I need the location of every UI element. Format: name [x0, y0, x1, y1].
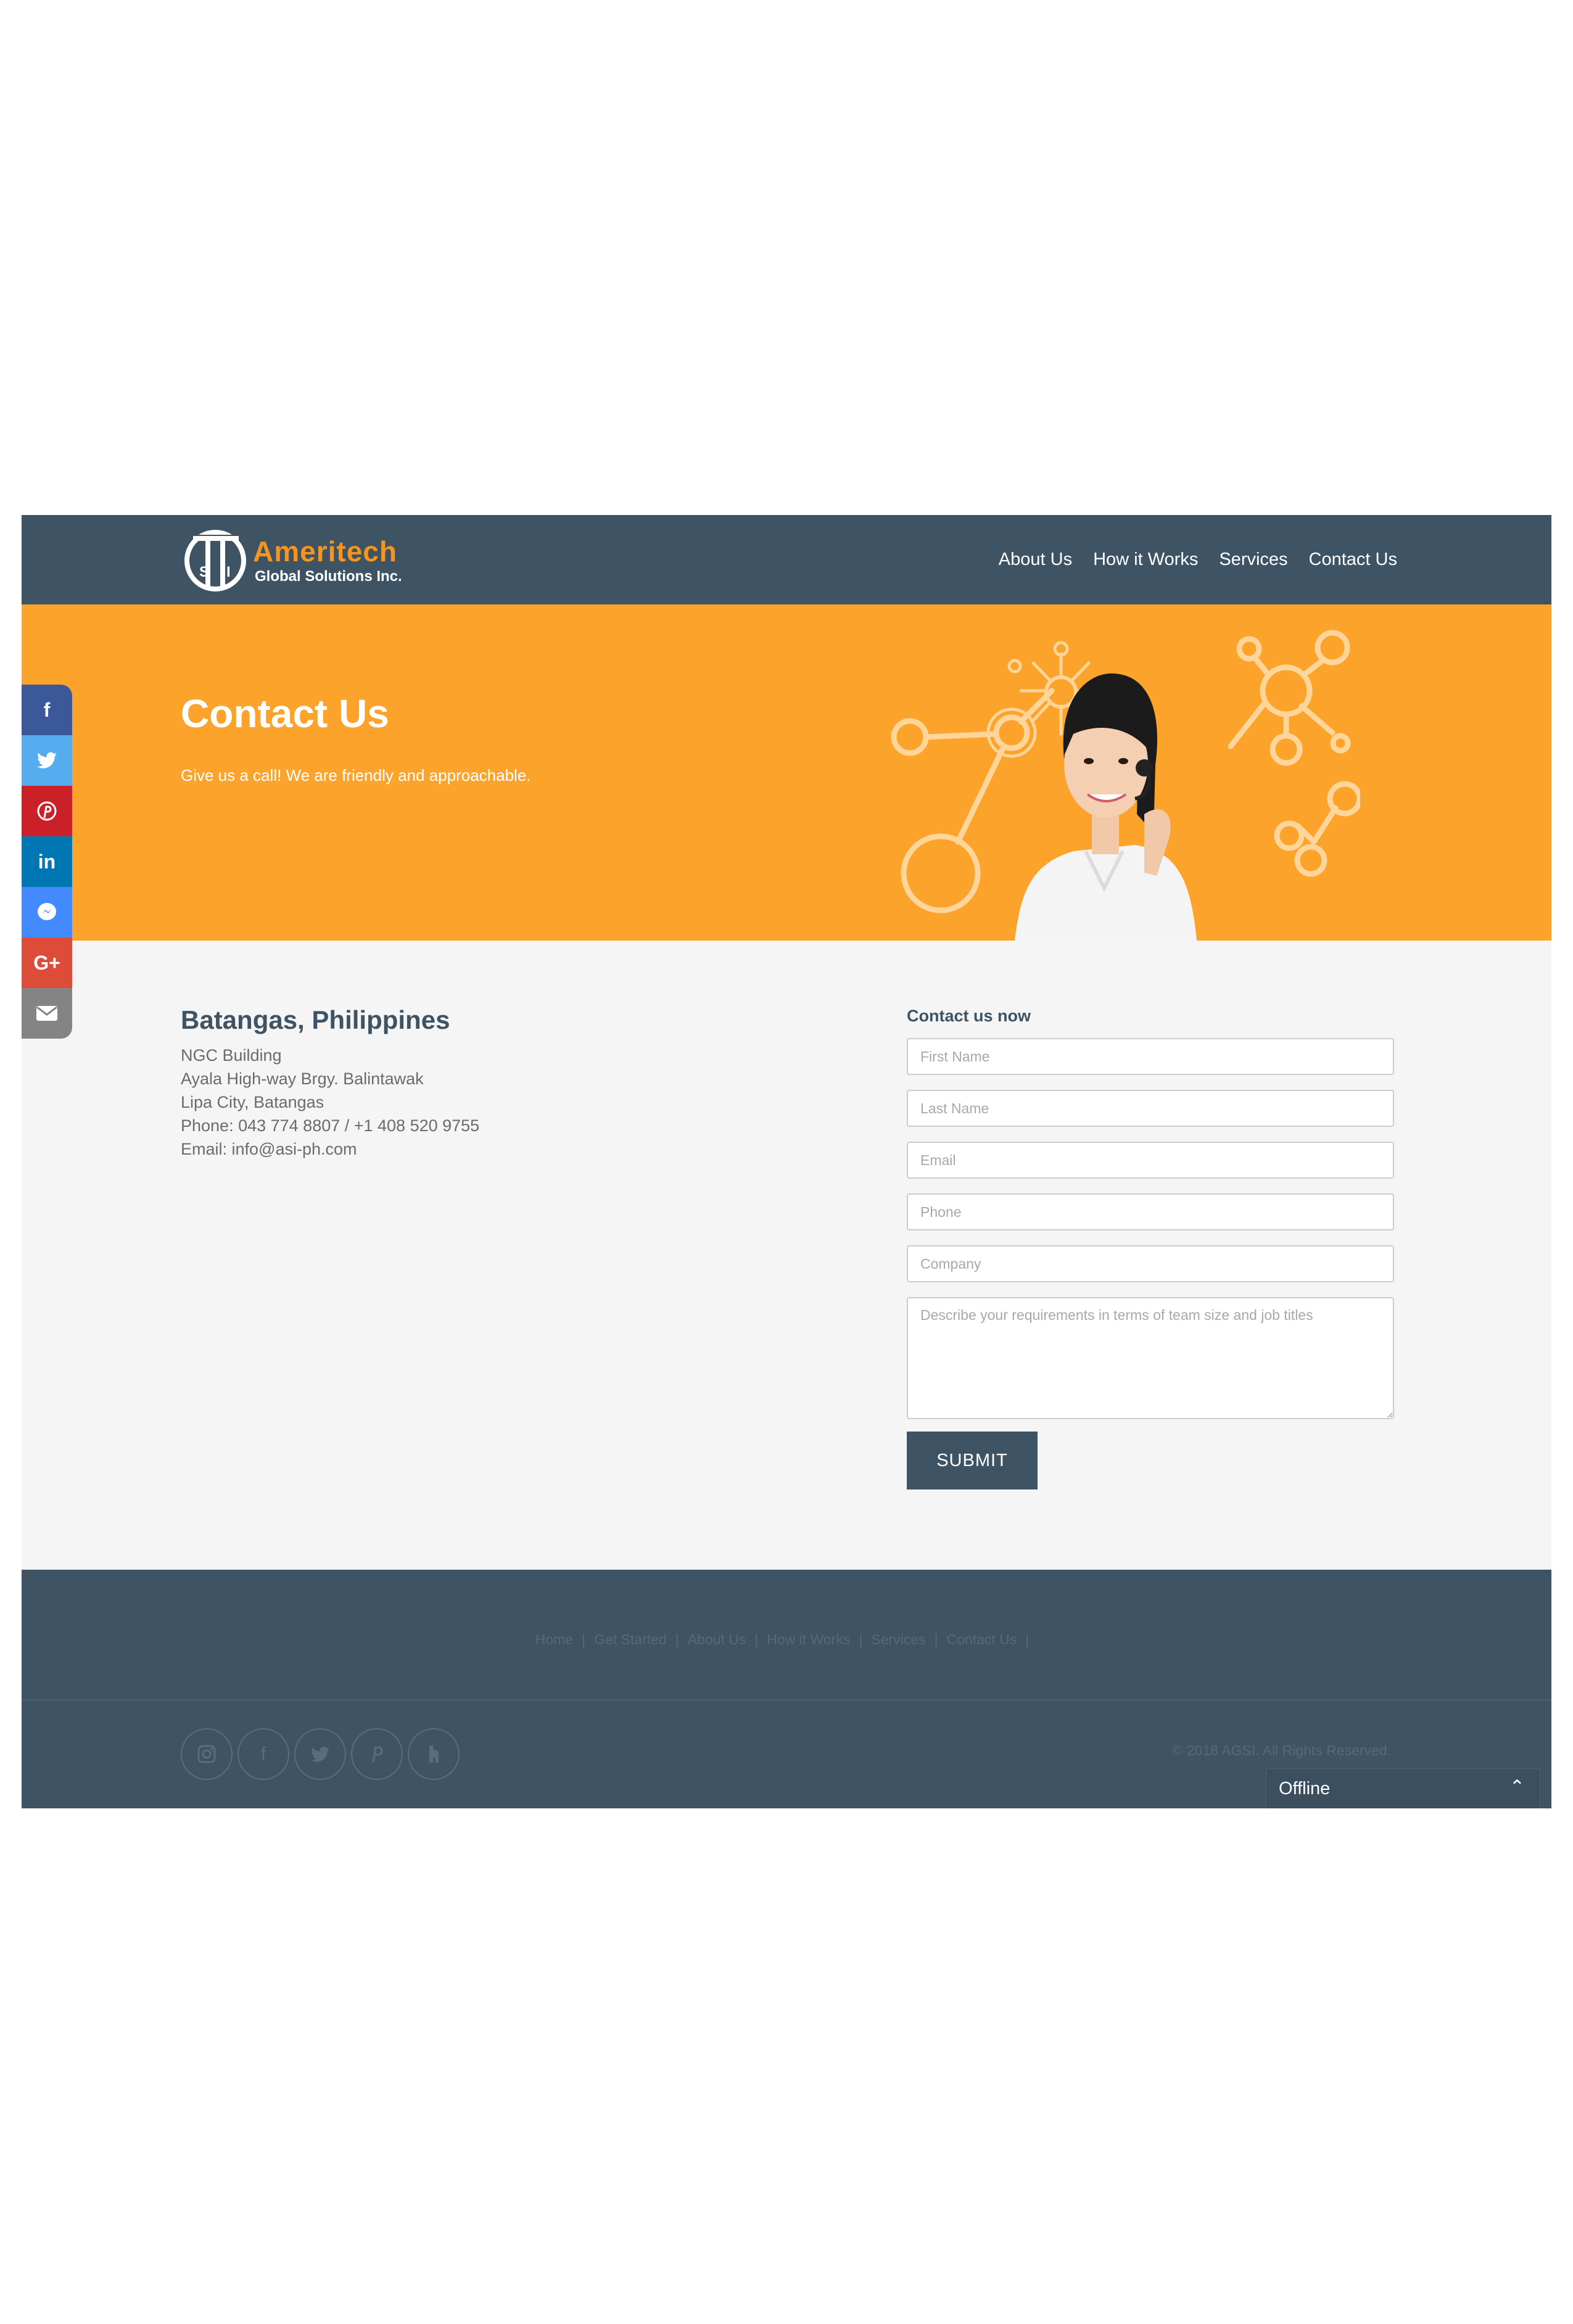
share-messenger-button[interactable] — [22, 887, 72, 937]
nav-about-us[interactable]: About Us — [999, 550, 1072, 570]
address-line-building: NGC Building — [181, 1046, 282, 1065]
address-phone: Phone: 043 774 8807 / +1 408 520 9755 — [181, 1116, 480, 1135]
site-footer: Home | Get Started | About Us | How it Works | S… — [22, 1570, 1551, 1808]
footer-pinterest-button[interactable] — [351, 1728, 403, 1780]
form-title: Contact us now — [907, 1007, 1031, 1025]
chat-status: Offline — [1279, 1779, 1331, 1799]
support-agent-photo — [1015, 673, 1197, 941]
address-line-city: Lipa City, Batangas — [181, 1093, 324, 1111]
contact-form: Contact us now SUBMIT — [907, 1007, 1394, 1490]
brand-name: Ameritech — [253, 535, 397, 567]
email-input[interactable] — [907, 1142, 1394, 1179]
footer-link-home[interactable]: Home — [535, 1631, 573, 1647]
share-pinterest-button[interactable] — [22, 786, 72, 836]
footer-link-how-it-works[interactable]: How it Works — [767, 1631, 850, 1647]
address-block: Batangas, Philippines NGC Building Ayala… — [181, 1005, 613, 1161]
brand-logo[interactable]: S I Ameritech Global Solutions Inc. — [182, 527, 404, 595]
copyright-text: © 2018 AGSI. All Rights Reserved. — [1172, 1742, 1391, 1758]
share-linkedin-button[interactable]: in — [22, 836, 72, 887]
footer-social-links: f — [181, 1728, 460, 1780]
chat-widget[interactable]: Offline ⌃ — [1266, 1768, 1540, 1808]
share-twitter-button[interactable] — [22, 735, 72, 786]
phone-input[interactable] — [907, 1193, 1394, 1230]
nav-contact-us[interactable]: Contact Us — [1309, 550, 1397, 570]
messenger-icon — [38, 903, 56, 920]
brand-tagline: Global Solutions Inc. — [255, 568, 402, 585]
footer-link-about-us[interactable]: About Us — [688, 1631, 746, 1647]
chevron-up-icon[interactable]: ⌃ — [1509, 1776, 1525, 1798]
footer-instagram-button[interactable] — [181, 1728, 233, 1780]
address-email: Email: info@asi-ph.com — [181, 1140, 357, 1158]
twitter-icon — [37, 752, 57, 768]
requirements-textarea[interactable] — [907, 1297, 1394, 1419]
footer-link-get-started[interactable]: Get Started — [594, 1631, 667, 1647]
asi-logo-icon: S I — [184, 530, 246, 591]
email-icon — [36, 1006, 57, 1021]
footer-link-contact-us[interactable]: Contact Us — [947, 1631, 1017, 1647]
footer-facebook-button[interactable]: f — [237, 1728, 289, 1780]
social-share-bar: f in G+ — [22, 685, 72, 1039]
svg-text:I: I — [226, 564, 231, 580]
company-input[interactable] — [907, 1245, 1394, 1282]
google-plus-icon: G+ — [33, 951, 60, 974]
footer-divider — [22, 1699, 1551, 1700]
hero-subtitle: Give us a call! We are friendly and appr… — [181, 766, 531, 785]
houzz-icon — [429, 1745, 439, 1763]
site-header: S I Ameritech Global Solutions Inc. Abou… — [22, 515, 1551, 604]
footer-separator: | — [675, 1631, 679, 1647]
footer-separator: | — [1025, 1631, 1030, 1647]
main-nav: About Us How it Works Services Contact U… — [999, 515, 1397, 604]
footer-separator: | — [582, 1631, 586, 1647]
share-google-plus-button[interactable]: G+ — [22, 937, 72, 988]
footer-separator: | — [754, 1631, 759, 1647]
footer-link-services[interactable]: Services — [871, 1631, 925, 1647]
address-title: Batangas, Philippines — [181, 1005, 450, 1034]
svg-text:S: S — [199, 564, 209, 580]
first-name-input[interactable] — [907, 1038, 1394, 1075]
nav-services[interactable]: Services — [1219, 550, 1287, 570]
hero-banner: Contact Us Give us a call! We are friend… — [22, 604, 1551, 941]
last-name-input[interactable] — [907, 1090, 1394, 1127]
share-email-button[interactable] — [22, 988, 72, 1039]
hero-illustration — [891, 630, 1360, 941]
submit-button[interactable]: SUBMIT — [907, 1432, 1038, 1490]
address-line-street: Ayala High-way Brgy. Balintawak — [181, 1069, 424, 1088]
footer-separator: | — [934, 1631, 938, 1647]
nav-how-it-works[interactable]: How it Works — [1093, 550, 1198, 570]
facebook-icon: f — [260, 1744, 266, 1764]
share-facebook-button[interactable]: f — [22, 685, 72, 735]
footer-links: Home | Get Started | About Us | How it Works | S… — [22, 1631, 1551, 1648]
pinterest-icon — [372, 1746, 383, 1763]
pinterest-icon — [37, 801, 57, 821]
page-title: Contact Us — [181, 691, 389, 736]
facebook-icon: f — [43, 698, 51, 721]
site-wrapper: S I Ameritech Global Solutions Inc. Abou… — [22, 515, 1551, 1808]
linkedin-icon: in — [38, 850, 56, 873]
footer-houzz-button[interactable] — [408, 1728, 460, 1780]
instagram-icon — [197, 1745, 216, 1763]
footer-separator: | — [859, 1631, 863, 1647]
footer-twitter-button[interactable] — [294, 1728, 346, 1780]
twitter-icon — [311, 1746, 329, 1762]
